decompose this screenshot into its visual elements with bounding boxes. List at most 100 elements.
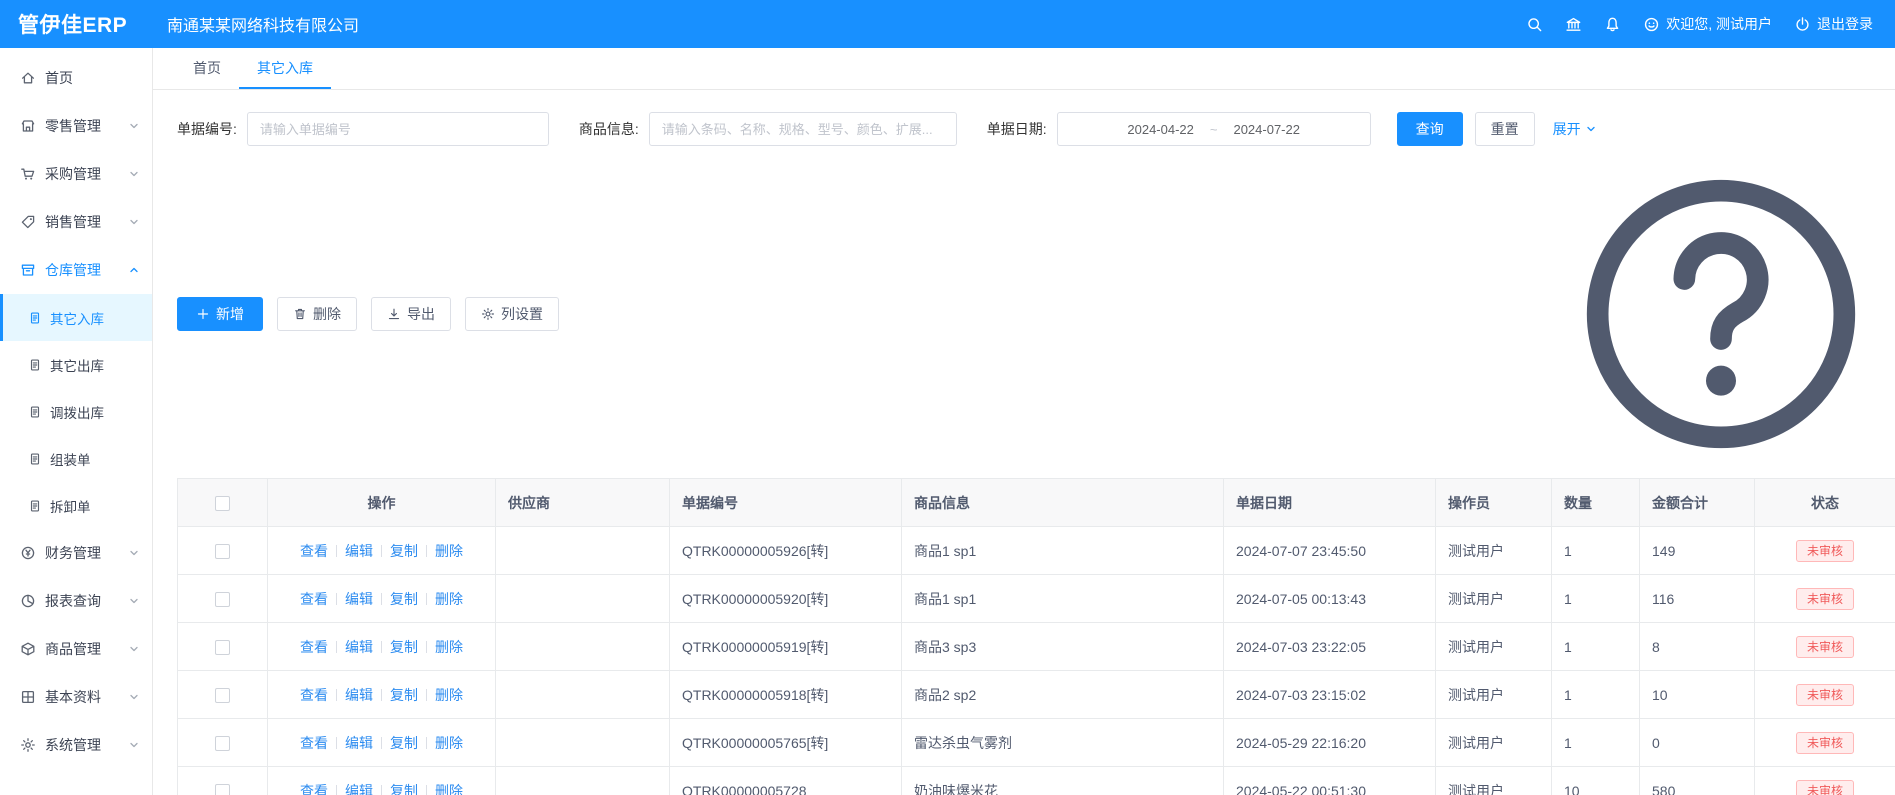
- edit-link[interactable]: 编辑: [345, 687, 373, 703]
- sidebar-subitem-transfer-outbound[interactable]: 调拨出库: [0, 388, 152, 435]
- user-welcome[interactable]: 欢迎您, 测试用户: [1643, 14, 1772, 34]
- row-checkbox[interactable]: [215, 544, 230, 559]
- col-header-status: 状态: [1755, 479, 1895, 527]
- date-cell: 2024-05-29 22:16:20: [1224, 719, 1436, 767]
- date-range-picker[interactable]: 2024-04-22 ~ 2024-07-22: [1057, 112, 1371, 146]
- view-link[interactable]: 查看: [300, 735, 328, 751]
- edit-link[interactable]: 编辑: [345, 783, 373, 795]
- delete-link[interactable]: 删除: [435, 543, 463, 559]
- chevron-up-icon: [128, 264, 140, 276]
- purchase-icon: [20, 166, 36, 182]
- copy-link[interactable]: 复制: [390, 639, 418, 655]
- date-to-value[interactable]: 2024-07-22: [1233, 122, 1300, 137]
- sidebar-item-home[interactable]: 首页: [0, 54, 152, 102]
- divider: [426, 737, 427, 749]
- delete-link[interactable]: 删除: [435, 735, 463, 751]
- plus-icon: [196, 307, 210, 321]
- date-from-value[interactable]: 2024-04-22: [1127, 122, 1194, 137]
- copy-link[interactable]: 复制: [390, 783, 418, 795]
- main-content: 首页 其它入库 单据编号: 商品信息: 单据日期: 2024-04-22 ~ 2…: [153, 48, 1895, 795]
- sidebar-subitem-other-inbound[interactable]: 其它入库: [0, 294, 152, 341]
- row-checkbox[interactable]: [215, 592, 230, 607]
- tabbar: 首页 其它入库: [153, 48, 1895, 90]
- copy-link[interactable]: 复制: [390, 543, 418, 559]
- header-actions: 欢迎您, 测试用户 退出登录: [1526, 14, 1895, 34]
- table-row: 查看编辑复制删除 QTRK00000005728 奶油味爆米花 2024-05-…: [178, 767, 1895, 795]
- document-icon: [28, 311, 42, 325]
- sidebar-item-basic-data[interactable]: 基本资料: [0, 673, 152, 721]
- sidebar: 首页 零售管理 采购管理 销售管理 仓库管理: [0, 48, 153, 795]
- bank-icon[interactable]: [1565, 16, 1582, 33]
- operator-cell: 测试用户: [1436, 671, 1552, 719]
- sidebar-subitem-disassembly-order[interactable]: 拆卸单: [0, 482, 152, 529]
- edit-link[interactable]: 编辑: [345, 735, 373, 751]
- tab-home[interactable]: 首页: [175, 48, 239, 89]
- export-button[interactable]: 导出: [371, 297, 451, 331]
- sidebar-item-sales[interactable]: 销售管理: [0, 198, 152, 246]
- search-button[interactable]: 查询: [1397, 112, 1463, 146]
- delete-link[interactable]: 删除: [435, 783, 463, 795]
- product-info-input[interactable]: [649, 112, 957, 146]
- sidebar-item-purchase[interactable]: 采购管理: [0, 150, 152, 198]
- copy-link[interactable]: 复制: [390, 735, 418, 751]
- row-checkbox[interactable]: [215, 688, 230, 703]
- row-checkbox[interactable]: [215, 640, 230, 655]
- delete-link[interactable]: 删除: [435, 687, 463, 703]
- logout-button[interactable]: 退出登录: [1794, 14, 1873, 34]
- sidebar-item-label: 零售管理: [45, 116, 101, 136]
- gear-icon: [20, 737, 36, 753]
- search-icon[interactable]: [1526, 16, 1543, 33]
- product-cell: 商品3 sp3: [902, 623, 1224, 671]
- view-link[interactable]: 查看: [300, 639, 328, 655]
- sidebar-item-retail[interactable]: 零售管理: [0, 102, 152, 150]
- bill-no-cell: QTRK00000005765[转]: [670, 719, 902, 767]
- chevron-down-icon: [128, 168, 140, 180]
- sidebar-item-products[interactable]: 商品管理: [0, 625, 152, 673]
- sidebar-item-label: 财务管理: [45, 543, 101, 563]
- sidebar-item-warehouse[interactable]: 仓库管理: [0, 246, 152, 294]
- bill-no-input[interactable]: [247, 112, 549, 146]
- sidebar-item-finance[interactable]: 财务管理: [0, 529, 152, 577]
- help-button[interactable]: [1571, 164, 1871, 464]
- sidebar-item-system[interactable]: 系统管理: [0, 721, 152, 769]
- sidebar-subitem-label: 调拨出库: [50, 402, 104, 422]
- copy-link[interactable]: 复制: [390, 591, 418, 607]
- product-cell: 雷达杀虫气雾剂: [902, 719, 1224, 767]
- export-button-label: 导出: [407, 304, 435, 324]
- select-all-checkbox[interactable]: [215, 496, 230, 511]
- status-badge: 未审核: [1796, 780, 1854, 795]
- view-link[interactable]: 查看: [300, 687, 328, 703]
- tab-other-inbound[interactable]: 其它入库: [239, 48, 331, 89]
- help-icon: [1571, 164, 1871, 464]
- expand-label: 展开: [1553, 119, 1581, 139]
- add-button[interactable]: 新增: [177, 297, 263, 331]
- view-link[interactable]: 查看: [300, 543, 328, 559]
- row-checkbox[interactable]: [215, 784, 230, 795]
- expand-link[interactable]: 展开: [1553, 119, 1597, 139]
- edit-link[interactable]: 编辑: [345, 591, 373, 607]
- edit-link[interactable]: 编辑: [345, 543, 373, 559]
- chevron-down-icon: [128, 216, 140, 228]
- delete-link[interactable]: 删除: [435, 639, 463, 655]
- reset-button[interactable]: 重置: [1475, 112, 1535, 146]
- sidebar-subitem-assembly-order[interactable]: 组装单: [0, 435, 152, 482]
- view-link[interactable]: 查看: [300, 591, 328, 607]
- column-settings-button[interactable]: 列设置: [465, 297, 559, 331]
- sidebar-item-reports[interactable]: 报表查询: [0, 577, 152, 625]
- delete-button[interactable]: 删除: [277, 297, 357, 331]
- delete-link[interactable]: 删除: [435, 591, 463, 607]
- bell-icon[interactable]: [1604, 16, 1621, 33]
- chevron-down-icon: [128, 120, 140, 132]
- col-header-operator: 操作员: [1436, 479, 1552, 527]
- qty-cell: 10: [1552, 767, 1640, 795]
- qty-cell: 1: [1552, 575, 1640, 623]
- col-header-action: 操作: [268, 479, 496, 527]
- sidebar-subitem-other-outbound[interactable]: 其它出库: [0, 341, 152, 388]
- sidebar-item-label: 采购管理: [45, 164, 101, 184]
- view-link[interactable]: 查看: [300, 783, 328, 795]
- edit-link[interactable]: 编辑: [345, 639, 373, 655]
- sales-icon: [20, 214, 36, 230]
- retail-icon: [20, 118, 36, 134]
- copy-link[interactable]: 复制: [390, 687, 418, 703]
- row-checkbox[interactable]: [215, 736, 230, 751]
